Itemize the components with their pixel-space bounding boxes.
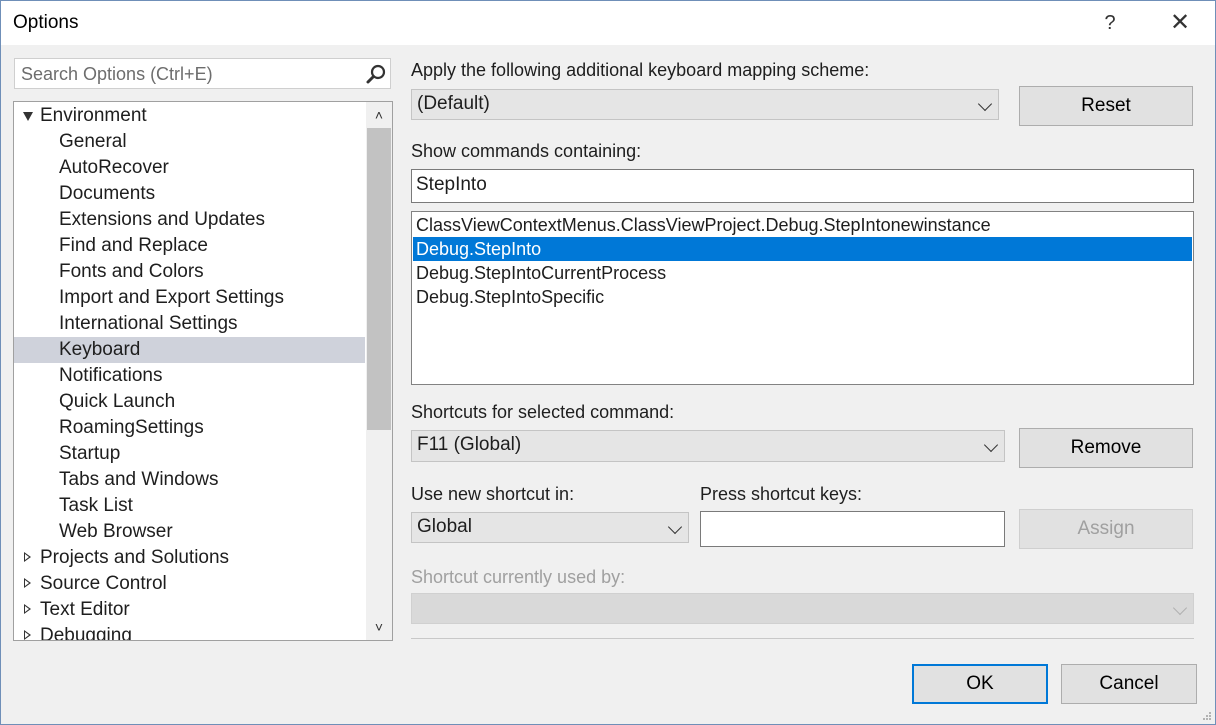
command-list[interactable]: ClassViewContextMenus.ClassViewProject.D… (411, 211, 1194, 385)
tree-item-source-control[interactable]: Source Control (14, 571, 365, 597)
tree-item-import-and-export-settings[interactable]: Import and Export Settings (14, 285, 365, 311)
tree-item-documents[interactable]: Documents (14, 181, 365, 207)
tree-item-label: Extensions and Updates (59, 209, 265, 230)
command-list-item[interactable]: Debug.StepIntoSpecific (413, 285, 1192, 309)
tree-item-label: Tabs and Windows (59, 469, 219, 490)
ok-button[interactable]: OK (912, 664, 1048, 704)
command-list-item[interactable]: Debug.StepInto (413, 237, 1192, 261)
tree-item-find-and-replace[interactable]: Find and Replace (14, 233, 365, 259)
tree-item-label: International Settings (59, 313, 238, 334)
tree-item-label: Source Control (40, 573, 167, 594)
use-new-shortcut-label: Use new shortcut in: (411, 484, 575, 504)
tree-item-label: Web Browser (59, 521, 173, 542)
command-filter-value: StepInto (416, 174, 487, 195)
tree-item-label: Projects and Solutions (40, 547, 230, 568)
tree-item-projects-and-solutions[interactable]: Projects and Solutions (14, 545, 365, 571)
tree-item-notifications[interactable]: Notifications (14, 363, 365, 389)
tree-item-label: Quick Launch (59, 391, 176, 412)
command-list-item[interactable]: Debug.StepIntoCurrentProcess (413, 261, 1192, 285)
tree-item-international-settings[interactable]: International Settings (14, 311, 365, 337)
shortcut-scope-value: Global (417, 516, 472, 537)
tree-item-general[interactable]: General (14, 129, 365, 155)
used-by-dropdown[interactable] (411, 593, 1194, 624)
tree-item-label: Notifications (59, 365, 163, 386)
assign-button[interactable]: Assign (1019, 509, 1193, 549)
help-button[interactable]: ? (1088, 7, 1132, 39)
footer-divider (411, 638, 1194, 639)
tree-item-label: Task List (59, 495, 133, 516)
cancel-button[interactable]: Cancel (1061, 664, 1197, 704)
mapping-scheme-label: Apply the following additional keyboard … (411, 60, 870, 80)
tree-item-label: RoamingSettings (59, 417, 204, 438)
tree-item-label: Documents (59, 183, 156, 204)
tree-item-extensions-and-updates[interactable]: Extensions and Updates (14, 207, 365, 233)
tree-item-web-browser[interactable]: Web Browser (14, 519, 365, 545)
tree-item-startup[interactable]: Startup (14, 441, 365, 467)
tree-item-label: Debugging (40, 625, 132, 641)
scroll-up-icon[interactable]: ˄ (366, 102, 392, 128)
command-list-item[interactable]: ClassViewContextMenus.ClassViewProject.D… (413, 213, 1192, 237)
press-shortcut-keys-label: Press shortcut keys: (700, 484, 863, 504)
collapsed-arrow-icon[interactable] (24, 630, 31, 640)
collapsed-arrow-icon[interactable] (24, 604, 31, 614)
search-placeholder: Search Options (Ctrl+E) (21, 64, 213, 84)
expanded-arrow-icon[interactable] (23, 112, 33, 121)
resize-grip-icon[interactable] (1202, 711, 1212, 721)
mapping-scheme-value: (Default) (417, 93, 490, 114)
show-commands-label: Show commands containing: (411, 141, 642, 161)
scroll-down-icon[interactable]: ˅ (366, 614, 392, 640)
tree-item-label: Fonts and Colors (59, 261, 204, 282)
tree-item-autorecover[interactable]: AutoRecover (14, 155, 365, 181)
command-filter-input[interactable]: StepInto (411, 169, 1194, 203)
used-by-label: Shortcut currently used by: (411, 567, 626, 587)
shortcuts-value: F11 (Global) (417, 434, 522, 455)
chevron-down-icon (667, 519, 683, 535)
scroll-thumb[interactable] (367, 128, 391, 430)
dialog-title: Options (13, 12, 79, 33)
tree-item-debugging[interactable]: Debugging (14, 623, 365, 641)
close-button[interactable]: ✕ (1158, 7, 1202, 39)
mapping-scheme-dropdown[interactable]: (Default) (411, 89, 999, 120)
reset-button[interactable]: Reset (1019, 86, 1193, 126)
tree-item-environment[interactable]: Environment (14, 103, 365, 129)
shortcuts-label: Shortcuts for selected command: (411, 402, 675, 422)
tree-item-keyboard[interactable]: Keyboard (14, 337, 365, 363)
tree-item-label: Keyboard (59, 339, 141, 360)
tree-scrollbar[interactable]: ˄ ˅ (366, 102, 392, 640)
tree-item-tabs-and-windows[interactable]: Tabs and Windows (14, 467, 365, 493)
chevron-down-icon (977, 96, 993, 112)
tree-item-label: AutoRecover (59, 157, 169, 178)
remove-button[interactable]: Remove (1019, 428, 1193, 468)
collapsed-arrow-icon[interactable] (24, 578, 31, 588)
title-bar: Options ? ✕ (1, 1, 1215, 45)
options-dialog: Options ? ✕ Search Options (Ctrl+E) Envi… (0, 0, 1216, 725)
tree-item-label: Import and Export Settings (59, 287, 284, 308)
chevron-down-icon (983, 437, 999, 453)
tree-item-label: Text Editor (40, 599, 130, 620)
tree-item-quick-launch[interactable]: Quick Launch (14, 389, 365, 415)
tree-item-label: Find and Replace (59, 235, 208, 256)
tree-item-task-list[interactable]: Task List (14, 493, 365, 519)
tree-item-fonts-and-colors[interactable]: Fonts and Colors (14, 259, 365, 285)
tree-item-text-editor[interactable]: Text Editor (14, 597, 365, 623)
chevron-down-icon (1172, 600, 1188, 616)
tree-item-label: General (59, 131, 127, 152)
search-options-input[interactable]: Search Options (Ctrl+E) (14, 58, 391, 89)
shortcut-keys-input[interactable] (700, 511, 1005, 547)
shortcut-scope-dropdown[interactable]: Global (411, 512, 689, 543)
search-icon[interactable] (365, 63, 387, 85)
tree-item-roamingsettings[interactable]: RoamingSettings (14, 415, 365, 441)
tree-item-label: Startup (59, 443, 121, 464)
options-tree[interactable]: Environment General AutoRecover Documents Ex… (13, 101, 393, 641)
tree-item-label: Environment (40, 105, 147, 126)
collapsed-arrow-icon[interactable] (24, 552, 31, 562)
shortcuts-dropdown[interactable]: F11 (Global) (411, 430, 1005, 462)
